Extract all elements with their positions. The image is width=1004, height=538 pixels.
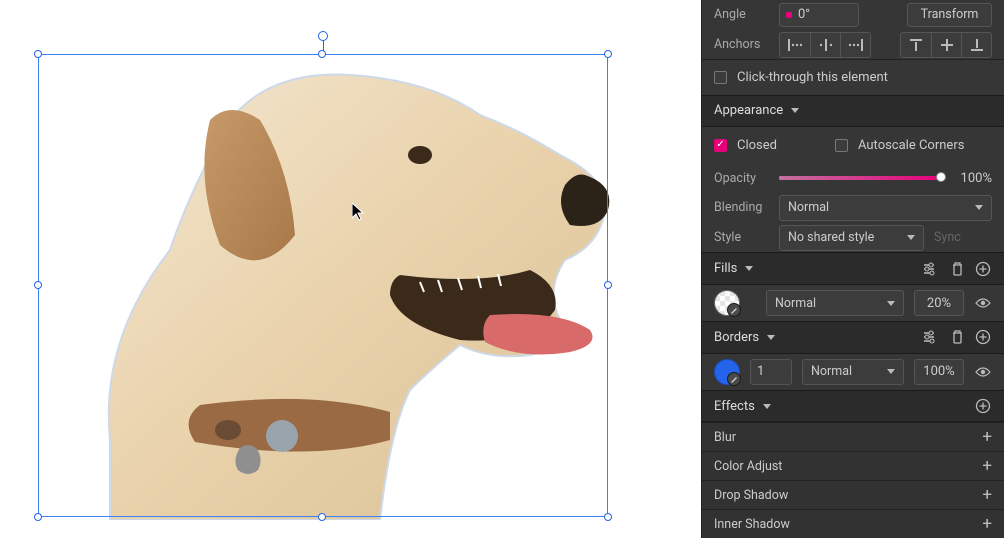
effect-drop-shadow[interactable]: Drop Shadow + — [702, 480, 1004, 509]
fills-trash-icon[interactable] — [948, 260, 966, 278]
opacity-slider[interactable] — [779, 175, 942, 181]
style-label: Style — [714, 230, 769, 245]
chevron-down-icon — [763, 404, 771, 409]
effect-label: Inner Shadow — [714, 517, 790, 532]
pencil-icon — [727, 372, 741, 386]
clickthrough-checkbox[interactable] — [714, 71, 727, 84]
opacity-label: Opacity — [714, 171, 769, 186]
resize-handle-tm[interactable] — [318, 50, 326, 58]
style-dropdown[interactable]: No shared style — [779, 225, 924, 251]
fill-blend-dropdown[interactable]: Normal — [766, 290, 904, 316]
autoscale-label: Autoscale Corners — [858, 138, 964, 153]
border-blend-dropdown[interactable]: Normal — [802, 359, 904, 385]
plus-icon: + — [982, 429, 992, 446]
chevron-down-icon — [975, 205, 983, 210]
effect-label: Color Adjust — [714, 459, 782, 474]
angle-value: 0° — [798, 7, 810, 22]
resize-handle-mr[interactable] — [604, 281, 612, 289]
resize-handle-ml[interactable] — [34, 281, 42, 289]
fill-color-swatch[interactable] — [714, 290, 740, 316]
effect-label: Blur — [714, 430, 736, 445]
border-visibility-icon[interactable] — [974, 363, 992, 381]
effect-blur[interactable]: Blur + — [702, 422, 1004, 451]
anchor-top-button[interactable] — [901, 33, 931, 57]
chevron-down-icon — [907, 235, 915, 240]
blending-dropdown[interactable]: Normal — [779, 195, 992, 221]
borders-options-icon[interactable] — [922, 328, 940, 346]
anchor-hcenter-button[interactable] — [810, 33, 840, 57]
border-blend-value: Normal — [811, 364, 852, 379]
anchor-left-button[interactable] — [780, 33, 810, 57]
effect-inner-shadow[interactable]: Inner Shadow + — [702, 509, 1004, 538]
closed-label: Closed — [737, 138, 777, 153]
chevron-down-icon — [887, 301, 895, 306]
blending-value: Normal — [788, 200, 829, 215]
borders-add-icon[interactable] — [974, 328, 992, 346]
chevron-down-icon — [745, 266, 753, 271]
chevron-down-icon — [887, 369, 895, 374]
border-opacity-input[interactable]: 100% — [914, 359, 964, 385]
resize-handle-br[interactable] — [604, 513, 612, 521]
resize-handle-tl[interactable] — [34, 50, 42, 58]
appearance-header[interactable]: Appearance — [702, 95, 1004, 128]
effect-label: Drop Shadow — [714, 488, 788, 503]
border-width-input[interactable]: 1 — [750, 359, 792, 385]
fills-options-icon[interactable] — [922, 260, 940, 278]
resize-handle-bm[interactable] — [318, 513, 326, 521]
effects-header[interactable]: Effects — [702, 390, 1004, 423]
fill-blend-value: Normal — [775, 296, 816, 311]
fills-add-icon[interactable] — [974, 260, 992, 278]
chevron-down-icon — [767, 335, 775, 340]
autoscale-checkbox[interactable] — [835, 139, 848, 152]
resize-handle-bl[interactable] — [34, 513, 42, 521]
pencil-icon — [727, 303, 741, 317]
clickthrough-label: Click-through this element — [737, 70, 888, 85]
sync-button[interactable]: Sync — [934, 230, 961, 245]
anchor-right-button[interactable] — [840, 33, 870, 57]
anchor-vcenter-button[interactable] — [931, 33, 961, 57]
closed-checkbox[interactable] — [714, 139, 727, 152]
border-color-swatch[interactable] — [714, 359, 740, 385]
fills-header[interactable]: Fills — [702, 252, 1004, 285]
effects-add-icon[interactable] — [974, 397, 992, 415]
effects-title: Effects — [714, 399, 755, 414]
plus-icon: + — [982, 458, 992, 475]
plus-icon: + — [982, 516, 992, 533]
canvas-area[interactable] — [0, 0, 701, 538]
borders-title: Borders — [714, 330, 759, 345]
fill-opacity-input[interactable]: 20% — [914, 290, 964, 316]
effect-color-adjust[interactable]: Color Adjust + — [702, 451, 1004, 480]
opacity-value: 100% — [952, 171, 992, 186]
blending-label: Blending — [714, 200, 769, 215]
angle-input[interactable]: 0° — [779, 3, 859, 27]
plus-icon: + — [982, 487, 992, 504]
style-value: No shared style — [788, 230, 874, 245]
anchor-v-group — [900, 32, 992, 58]
properties-panel: Angle 0° Transform Anchors Click-through… — [701, 0, 1004, 538]
appearance-title: Appearance — [714, 103, 783, 118]
anchors-label: Anchors — [714, 37, 769, 52]
fill-opacity-value: 20% — [927, 296, 951, 311]
rotate-handle[interactable] — [318, 31, 328, 41]
angle-label: Angle — [714, 7, 769, 22]
border-width-value: 1 — [757, 364, 764, 379]
transform-button[interactable]: Transform — [907, 3, 992, 27]
selection-bounding-box[interactable] — [38, 54, 608, 517]
fill-visibility-icon[interactable] — [974, 294, 992, 312]
resize-handle-tr[interactable] — [604, 50, 612, 58]
fills-title: Fills — [714, 261, 737, 276]
borders-header[interactable]: Borders — [702, 321, 1004, 354]
border-opacity-value: 100% — [923, 364, 954, 379]
anchor-h-group — [779, 32, 871, 58]
borders-trash-icon[interactable] — [948, 328, 966, 346]
chevron-down-icon — [791, 108, 799, 113]
anchor-bottom-button[interactable] — [961, 33, 991, 57]
